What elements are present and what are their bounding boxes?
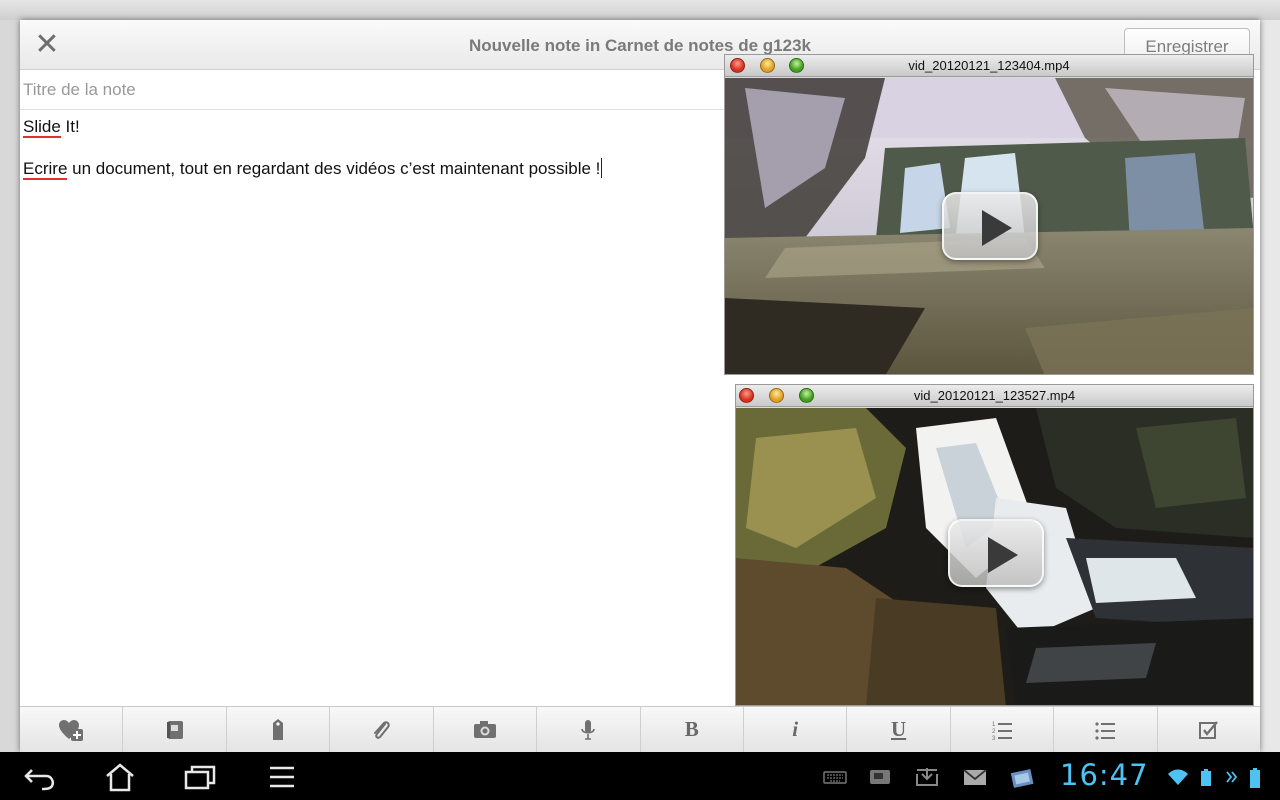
svg-text:2: 2 xyxy=(992,729,996,735)
screenshot-icon[interactable] xyxy=(867,766,893,788)
video-titlebar[interactable]: vid_20120121_123527.mp4 xyxy=(736,385,1253,407)
attachment-button[interactable] xyxy=(330,707,434,752)
download-icon[interactable] xyxy=(914,766,940,788)
home-button[interactable] xyxy=(102,762,138,792)
note-text: un document, tout en regardant des vidéo… xyxy=(67,159,601,178)
gallery-icon[interactable] xyxy=(1009,766,1035,788)
formatting-toolbar: B i U 1 2 3 xyxy=(20,706,1260,752)
bold-button[interactable]: B xyxy=(641,707,744,752)
battery-icon xyxy=(1246,766,1264,788)
background-right-edge xyxy=(1260,20,1280,752)
video-filename: vid_20120121_123527.mp4 xyxy=(913,388,1076,403)
chevron-right-icon[interactable] xyxy=(1225,766,1239,788)
recent-apps-button[interactable] xyxy=(182,762,218,792)
italic-icon: i xyxy=(792,717,799,741)
microphone-button[interactable] xyxy=(537,707,641,752)
video-frame[interactable] xyxy=(725,78,1253,374)
add-to-favorites-button[interactable] xyxy=(20,707,124,752)
back-button[interactable] xyxy=(22,762,58,792)
note-title-input[interactable] xyxy=(20,70,725,110)
note-text: It! xyxy=(60,117,80,136)
background-left-edge xyxy=(0,20,20,752)
home-icon xyxy=(106,763,134,792)
svg-text:3: 3 xyxy=(992,736,996,742)
microphone-icon xyxy=(581,719,596,740)
paperclip-icon xyxy=(374,720,391,739)
numbered-list-button[interactable]: 1 2 3 xyxy=(951,707,1055,752)
text-caret xyxy=(601,158,603,178)
tag-icon xyxy=(273,718,284,740)
italic-button[interactable]: i xyxy=(744,707,848,752)
underline-button[interactable]: U xyxy=(847,707,951,752)
status-clock: 16:47 xyxy=(1060,758,1149,792)
tag-button[interactable] xyxy=(227,707,331,752)
video-window-1[interactable]: vid_20120121_123404.mp4 xyxy=(724,54,1254,375)
heart-plus-icon xyxy=(59,719,84,741)
wifi-icon xyxy=(1165,766,1191,788)
recent-apps-icon xyxy=(184,765,216,790)
note-editor[interactable]: Slide It! Ecrire un document, tout en re… xyxy=(23,116,723,200)
notebook-icon xyxy=(166,720,183,739)
dock-battery-icon xyxy=(1195,766,1217,788)
new-note-dialog: ✕ Nouvelle note in Carnet de notes de g1… xyxy=(20,20,1260,752)
keyboard-icon[interactable] xyxy=(822,766,848,788)
play-button[interactable] xyxy=(942,192,1038,260)
numbered-list-icon: 1 2 3 xyxy=(992,722,1012,742)
camera-icon xyxy=(473,720,496,738)
menu-icon xyxy=(270,766,294,788)
note-line-2: Ecrire un document, tout en regardant de… xyxy=(23,158,723,180)
system-navigation-bar: 16:47 xyxy=(0,752,1280,800)
note-line-1: Slide It! xyxy=(23,116,723,138)
menu-button[interactable] xyxy=(264,762,300,792)
checkbox-button[interactable] xyxy=(1158,707,1260,752)
mail-icon[interactable] xyxy=(962,766,988,788)
bulleted-list-icon xyxy=(1095,721,1116,740)
bulleted-list-button[interactable] xyxy=(1054,707,1158,752)
underline-icon: U xyxy=(891,717,907,741)
spellcheck-word: Slide xyxy=(23,117,61,138)
background-top-bar xyxy=(0,0,1280,20)
video-frame[interactable] xyxy=(736,408,1253,705)
notebook-button[interactable] xyxy=(123,707,227,752)
bold-icon: B xyxy=(684,717,699,741)
play-button[interactable] xyxy=(948,519,1044,587)
back-icon xyxy=(24,769,54,791)
svg-text:1: 1 xyxy=(992,722,996,728)
close-button[interactable]: ✕ xyxy=(32,30,62,60)
spellcheck-word: Ecrire xyxy=(23,159,68,180)
video-filename: vid_20120121_123404.mp4 xyxy=(908,58,1070,73)
dialog-title: Nouvelle note in Carnet de notes de g123… xyxy=(469,36,811,55)
video-titlebar[interactable]: vid_20120121_123404.mp4 xyxy=(725,55,1253,77)
checkbox-icon xyxy=(1198,720,1218,739)
camera-button[interactable] xyxy=(434,707,538,752)
video-window-2[interactable]: vid_20120121_123527.mp4 xyxy=(735,384,1254,706)
